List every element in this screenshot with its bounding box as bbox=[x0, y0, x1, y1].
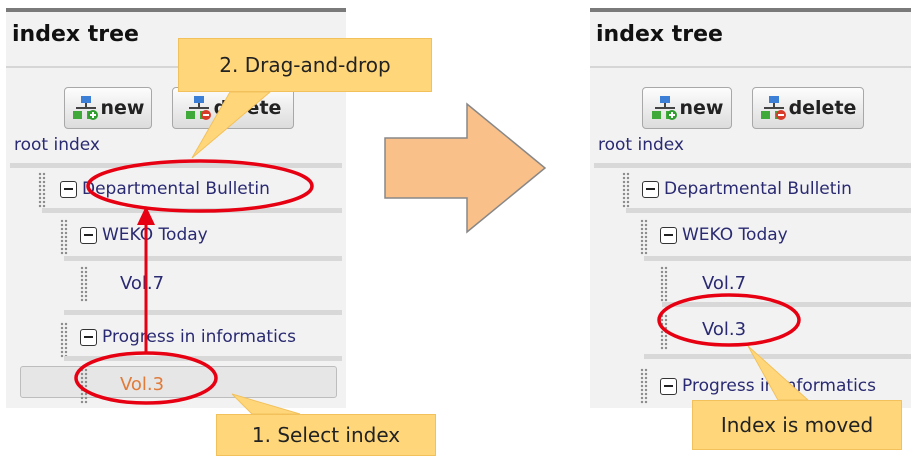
new-button-label: new bbox=[679, 97, 724, 119]
drag-handle-icon[interactable] bbox=[640, 368, 648, 404]
root-index-link[interactable]: root index bbox=[14, 135, 100, 155]
select-index-callout: 1. Select index bbox=[216, 414, 436, 456]
tree-delete-icon bbox=[185, 96, 211, 120]
new-button[interactable]: new bbox=[642, 87, 732, 129]
tree-node-progress-in-informatics[interactable]: Progress in informatics bbox=[102, 327, 296, 347]
tree-add-icon bbox=[651, 96, 677, 120]
new-button-label: new bbox=[100, 97, 145, 119]
root-index-link[interactable]: root index bbox=[598, 135, 684, 155]
divider bbox=[42, 208, 342, 213]
drag-handle-icon[interactable] bbox=[622, 172, 630, 208]
collapse-minus-icon[interactable] bbox=[60, 181, 77, 198]
drag-handle-icon[interactable] bbox=[38, 172, 46, 208]
tree-node-vol3-selected[interactable]: Vol.3 bbox=[120, 374, 164, 395]
tree-delete-icon bbox=[760, 96, 786, 120]
drag-handle-icon[interactable] bbox=[660, 266, 668, 302]
delete-button-label: delete bbox=[213, 97, 282, 119]
collapse-minus-icon[interactable] bbox=[660, 227, 677, 244]
tree-node-weko-today[interactable]: WEKO Today bbox=[682, 225, 788, 245]
tree-node-vol3-moved[interactable]: Vol.3 bbox=[702, 319, 746, 340]
delete-button[interactable]: delete bbox=[752, 87, 864, 129]
divider bbox=[590, 66, 911, 68]
new-button[interactable]: new bbox=[64, 87, 152, 129]
divider bbox=[10, 163, 342, 168]
divider bbox=[662, 302, 911, 307]
tree-node-progress-in-informatics[interactable]: Progress in informatics bbox=[682, 376, 876, 396]
drag-handle-icon[interactable] bbox=[80, 266, 88, 302]
drag-handle-icon[interactable] bbox=[640, 219, 648, 255]
drag-handle-icon[interactable] bbox=[60, 219, 68, 255]
tree-node-vol7[interactable]: Vol.7 bbox=[120, 273, 164, 294]
collapse-minus-icon[interactable] bbox=[642, 181, 659, 198]
index-moved-callout: Index is moved bbox=[692, 400, 902, 450]
right-arrow-icon bbox=[384, 102, 547, 234]
divider bbox=[64, 310, 342, 315]
divider bbox=[644, 354, 911, 359]
tree-node-weko-today[interactable]: WEKO Today bbox=[102, 225, 208, 245]
divider bbox=[626, 208, 911, 213]
tree-add-icon bbox=[72, 96, 98, 120]
panel-title: index tree bbox=[596, 22, 723, 47]
index-tree-panel-after: index tree new delete root index Departm… bbox=[590, 8, 911, 408]
collapse-minus-icon[interactable] bbox=[660, 378, 677, 395]
divider bbox=[594, 163, 911, 168]
collapse-minus-icon[interactable] bbox=[80, 329, 97, 346]
delete-button-label: delete bbox=[788, 97, 857, 119]
tree-node-departmental-bulletin[interactable]: Departmental Bulletin bbox=[664, 179, 852, 199]
selected-row[interactable] bbox=[20, 366, 337, 398]
drag-handle-icon[interactable] bbox=[660, 314, 668, 350]
divider bbox=[64, 256, 342, 261]
tree-node-departmental-bulletin[interactable]: Departmental Bulletin bbox=[82, 179, 270, 199]
drag-and-drop-callout: 2. Drag-and-drop bbox=[178, 38, 432, 92]
drag-handle-icon[interactable] bbox=[60, 322, 68, 358]
divider bbox=[644, 256, 911, 261]
tree-node-vol7[interactable]: Vol.7 bbox=[702, 273, 746, 294]
delete-button[interactable]: delete bbox=[172, 87, 294, 129]
panel-title: index tree bbox=[12, 22, 139, 47]
collapse-minus-icon[interactable] bbox=[80, 227, 97, 244]
divider bbox=[64, 356, 342, 361]
drag-handle-icon[interactable] bbox=[80, 368, 88, 404]
